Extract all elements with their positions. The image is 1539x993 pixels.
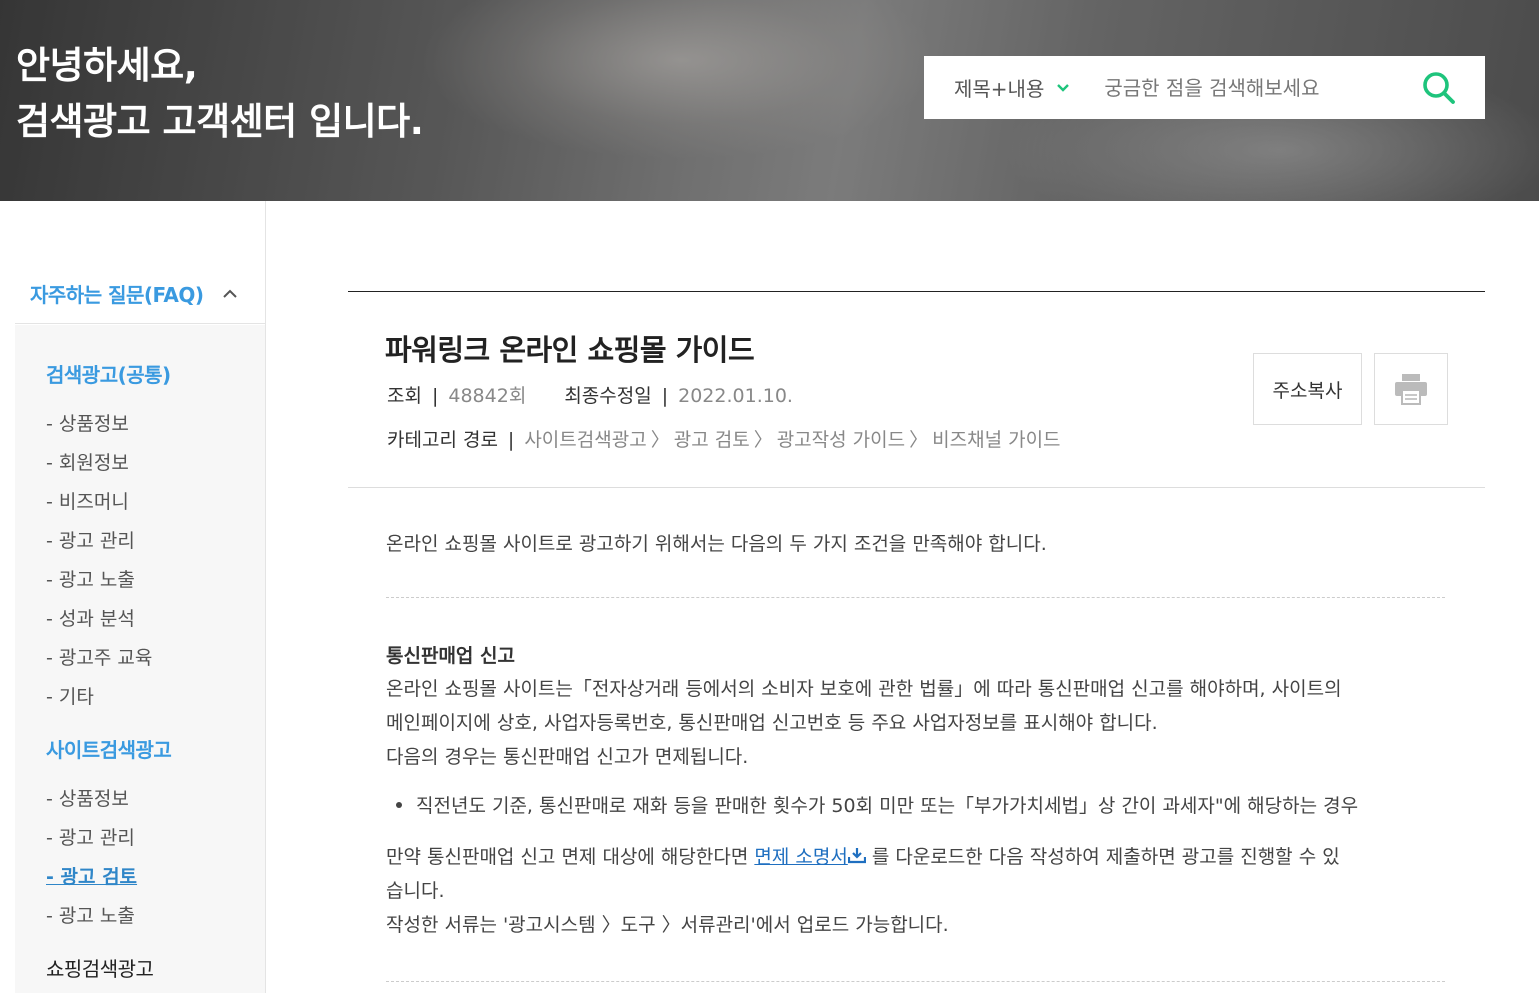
section-paragraph: 다음의 경우는 통신판매업 신고가 면제됩니다. (386, 746, 749, 768)
section-paragraph: 온라인 쇼핑몰 사이트는「전자상거래 등에서의 소비자 보호에 관한 법률」에 … (386, 678, 1342, 700)
search-box: 제목+내용 (924, 56, 1485, 119)
exemption-text: 를 다운로드한 다음 작성하여 제출하면 광고를 진행할 수 있 (865, 846, 1340, 868)
search-input[interactable] (1104, 75, 1405, 100)
print-button[interactable] (1374, 353, 1448, 425)
sidebar-faq-toggle[interactable]: 자주하는 질문(FAQ) (15, 263, 265, 324)
article-meta: 조회 | 48842회 최종수정일 | 2022.01.10. (387, 385, 793, 407)
search-icon[interactable] (1421, 70, 1457, 106)
sidebar-item-etc[interactable]: - 기타 (46, 682, 94, 709)
exemption-text: 만약 통신판매업 신고 면제 대상에 해당한다면 (386, 846, 755, 868)
sidebar-group-site-search[interactable]: 사이트검색광고 (46, 734, 172, 763)
hero-title: 안녕하세요, 검색광고 고객센터 입니다. (16, 38, 424, 150)
sidebar-item-bizmoney[interactable]: - 비즈머니 (46, 487, 129, 514)
list-item-text: 직전년도 기준, 통신판매로 재화 등을 판매한 횟수가 50회 미만 또는「부… (416, 795, 1359, 817)
breadcrumb-item[interactable]: 광고작성 가이드 (777, 429, 905, 451)
sidebar-item-site-product-info[interactable]: - 상품정보 (46, 784, 129, 811)
breadcrumb-item[interactable]: 광고 검토 (674, 429, 750, 451)
sidebar-item-site-ad-review[interactable]: - 광고 검토 (46, 862, 137, 889)
sidebar-item-site-ad-exposure[interactable]: - 광고 노출 (46, 901, 135, 928)
upload-note: 작성한 서류는 '광고시스템 〉도구 〉서류관리'에서 업로드 가능합니다. (386, 914, 949, 936)
hero-line-1: 안녕하세요, (16, 44, 198, 87)
divider (348, 291, 1485, 292)
updated-label: 최종수정일 (564, 385, 652, 407)
updated-value: 2022.01.10. (678, 385, 793, 407)
views-label: 조회 (387, 385, 422, 407)
breadcrumb-item[interactable]: 사이트검색광고 (524, 429, 646, 451)
sidebar-faq-label: 자주하는 질문(FAQ) (30, 282, 204, 307)
chevron-down-icon (1057, 83, 1070, 92)
sidebar-menu: 검색광고(공통) - 상품정보 - 회원정보 - 비즈머니 - 광고 관리 - … (15, 325, 265, 993)
category-label: 카테고리 경로 (387, 429, 498, 451)
section-paragraph: 메인페이지에 상호, 사업자등록번호, 통신판매업 신고번호 등 주요 사업자정… (386, 712, 1158, 734)
sidebar-item-member-info[interactable]: - 회원정보 (46, 448, 129, 475)
sidebar-item-site-ad-manage[interactable]: - 광고 관리 (46, 823, 135, 850)
exemption-paragraph-2: 습니다. (386, 880, 445, 902)
list-item: 직전년도 기준, 통신판매로 재화 등을 판매한 횟수가 50회 미만 또는「부… (386, 791, 1358, 818)
hero-banner: 안녕하세요, 검색광고 고객센터 입니다. 제목+내용 (0, 0, 1539, 201)
sidebar-item-education[interactable]: - 광고주 교육 (46, 643, 152, 670)
sidebar-item-product-info[interactable]: - 상품정보 (46, 409, 129, 436)
article-intro: 온라인 쇼핑몰 사이트로 광고하기 위해서는 다음의 두 가지 조건을 만족해야… (386, 533, 1047, 555)
hero-line-2: 검색광고 고객센터 입니다. (16, 100, 424, 143)
divider (348, 487, 1485, 488)
download-icon (847, 848, 866, 864)
exemption-link-label: 면제 소명서 (754, 846, 848, 868)
exemption-form-link[interactable]: 면제 소명서 (754, 846, 866, 868)
sidebar-item-ad-manage[interactable]: - 광고 관리 (46, 526, 135, 553)
dashed-divider (386, 597, 1445, 598)
section-title: 통신판매업 신고 (386, 645, 515, 667)
search-scope-select[interactable]: 제목+내용 (954, 73, 1070, 102)
category-breadcrumb: 카테고리 경로 | 사이트검색광고 〉 광고 검토 〉 광고작성 가이드 〉 비즈채널 가이드 (387, 429, 1061, 451)
sidebar-item-performance[interactable]: - 성과 분석 (46, 604, 135, 631)
copy-url-button[interactable]: 주소복사 (1253, 353, 1362, 425)
dashed-divider (386, 981, 1445, 982)
exemption-paragraph: 만약 통신판매업 신고 면제 대상에 해당한다면 면제 소명서 를 다운로드한 … (386, 840, 1340, 874)
article-title: 파워링크 온라인 쇼핑몰 가이드 (385, 333, 755, 367)
search-scope-label: 제목+내용 (954, 77, 1045, 101)
print-icon (1395, 374, 1427, 405)
sidebar-item-ad-exposure[interactable]: - 광고 노출 (46, 565, 135, 592)
chevron-up-icon (222, 289, 237, 298)
sidebar-group-shopping-search[interactable]: 쇼핑검색광고 (46, 953, 154, 982)
sidebar: 자주하는 질문(FAQ) 검색광고(공통) - 상품정보 - 회원정보 - 비즈… (0, 201, 266, 993)
views-value: 48842회 (448, 385, 527, 407)
sidebar-group-common[interactable]: 검색광고(공통) (46, 359, 171, 388)
breadcrumb-item[interactable]: 비즈채널 가이드 (932, 429, 1060, 451)
